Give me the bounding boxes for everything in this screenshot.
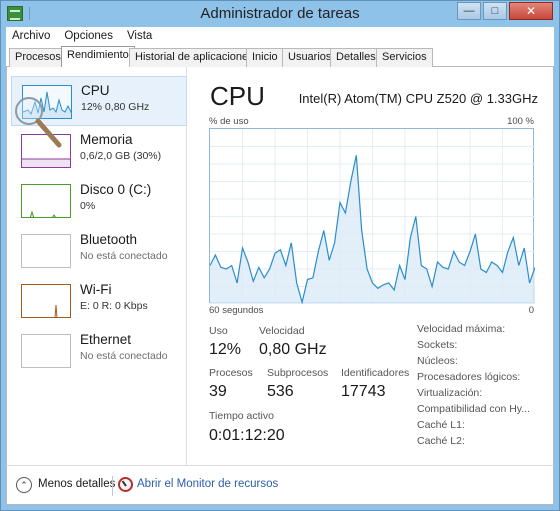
spec-hyperv-support: Compatibilidad con Hy...: [417, 403, 531, 415]
open-resource-monitor-link[interactable]: Abrir el Monitor de recursos: [137, 478, 278, 490]
fewer-details-button[interactable]: ⌃: [16, 477, 32, 493]
graph-x-end-label: 0: [528, 305, 534, 316]
resource-detail: 0,6/2,0 GB (30%): [80, 150, 162, 162]
spec-l2-cache: Caché L2:: [417, 435, 465, 447]
title-bar: Administrador de tareas — □ ✕: [1, 1, 559, 27]
wifi-thumbnail-graph: [21, 284, 71, 318]
spec-sockets: Sockets:: [417, 339, 458, 351]
tab-inicio[interactable]: Inicio: [246, 48, 284, 67]
resource-name: Wi-Fi: [80, 282, 112, 297]
resource-name: Ethernet: [80, 332, 132, 347]
graph-y-max-label: 100 %: [507, 116, 534, 127]
minimize-icon: —: [463, 5, 475, 17]
resource-item-ethernet[interactable]: Ethernet No está conectado: [11, 326, 187, 376]
resource-item-disco[interactable]: Disco 0 (C:) 0%: [11, 176, 187, 226]
tab-historial-de-aplicaciones[interactable]: Historial de aplicaciones: [129, 48, 260, 67]
cpu-detail-panel: CPU Intel(R) Atom(TM) CPU Z520 @ 1.33GHz…: [187, 67, 553, 465]
chevron-up-icon: ⌃: [20, 479, 28, 490]
resource-monitor-icon: [118, 477, 133, 492]
tab-rendimiento[interactable]: Rendimiento: [61, 46, 135, 68]
menu-bar: Archivo Opciones Vista: [6, 27, 554, 45]
fewer-details-label[interactable]: Menos detalles: [38, 478, 115, 490]
processes-value: 39: [209, 383, 227, 400]
bluetooth-thumbnail-graph: [21, 234, 71, 268]
detail-title: CPU: [210, 81, 265, 111]
graph-y-label: % de uso: [209, 116, 249, 127]
resource-name: Bluetooth: [80, 232, 138, 247]
cpu-usage-graph: [209, 128, 535, 304]
tab-detalles[interactable]: Detalles: [330, 48, 382, 67]
spec-cores: Núcleos:: [417, 355, 458, 367]
tab-procesos[interactable]: Procesos: [9, 48, 67, 67]
handles-label: Identificadores: [341, 367, 410, 379]
spec-logical-processors: Procesadores lógicos:: [417, 371, 521, 383]
footer-bar: ⌃ Menos detalles Abrir el Monitor de rec…: [6, 465, 554, 505]
close-icon: ✕: [525, 4, 537, 18]
resource-list: CPU 12% 0,80 GHz Memoria 0,6/2,0 GB (30%…: [7, 67, 187, 465]
spec-virtualization: Virtualización:: [417, 387, 483, 399]
disk-thumbnail-graph: [21, 184, 71, 218]
processes-label: Procesos: [209, 367, 253, 379]
tab-strip: Procesos Rendimiento Historial de aplica…: [6, 45, 554, 68]
magnifier-icon: [15, 97, 62, 148]
resource-detail: 0%: [80, 200, 96, 212]
threads-label: Subprocesos: [267, 367, 329, 379]
window-controls: — □ ✕: [457, 2, 553, 20]
speed-label: Velocidad: [259, 325, 305, 337]
speed-value: 0,80 GHz: [259, 341, 327, 358]
resource-name: Memoria: [80, 132, 133, 147]
task-manager-window: Administrador de tareas — □ ✕ Archivo Op…: [0, 0, 560, 511]
menu-archivo[interactable]: Archivo: [12, 30, 50, 42]
graph-x-label: 60 segundos: [209, 305, 264, 316]
resource-name: Disco 0 (C:): [80, 182, 152, 197]
footer-separator: [112, 476, 113, 496]
usage-label: Uso: [209, 325, 228, 337]
handles-value: 17743: [341, 383, 386, 400]
threads-value: 536: [267, 383, 294, 400]
menu-vista[interactable]: Vista: [127, 30, 152, 42]
resource-detail: No está conectado: [80, 350, 168, 362]
tab-servicios[interactable]: Servicios: [376, 48, 433, 67]
uptime-label: Tiempo activo: [209, 410, 274, 422]
maximize-icon: □: [491, 5, 499, 17]
ethernet-thumbnail-graph: [21, 334, 71, 368]
spec-l1-cache: Caché L1:: [417, 419, 465, 431]
close-button[interactable]: ✕: [509, 2, 553, 20]
menu-opciones[interactable]: Opciones: [64, 30, 113, 42]
spec-max-speed: Velocidad máxima:: [417, 323, 506, 335]
resource-detail: E: 0 R: 0 Kbps: [80, 300, 148, 312]
performance-content: CPU 12% 0,80 GHz Memoria 0,6/2,0 GB (30%…: [6, 67, 554, 465]
resource-detail: 12% 0,80 GHz: [81, 101, 150, 113]
resource-name: CPU: [81, 83, 110, 98]
maximize-button[interactable]: □: [483, 2, 507, 20]
resource-item-wifi[interactable]: Wi-Fi E: 0 R: 0 Kbps: [11, 276, 187, 326]
usage-value: 12%: [209, 341, 242, 358]
resource-item-bluetooth[interactable]: Bluetooth No está conectado: [11, 226, 187, 276]
uptime-value: 0:01:12:20: [209, 427, 285, 444]
resource-detail: No está conectado: [80, 250, 168, 262]
cpu-model-name: Intel(R) Atom(TM) CPU Z520 @ 1.33GHz: [298, 91, 538, 106]
cpu-usage-chart: [210, 129, 535, 304]
minimize-button[interactable]: —: [457, 2, 481, 20]
